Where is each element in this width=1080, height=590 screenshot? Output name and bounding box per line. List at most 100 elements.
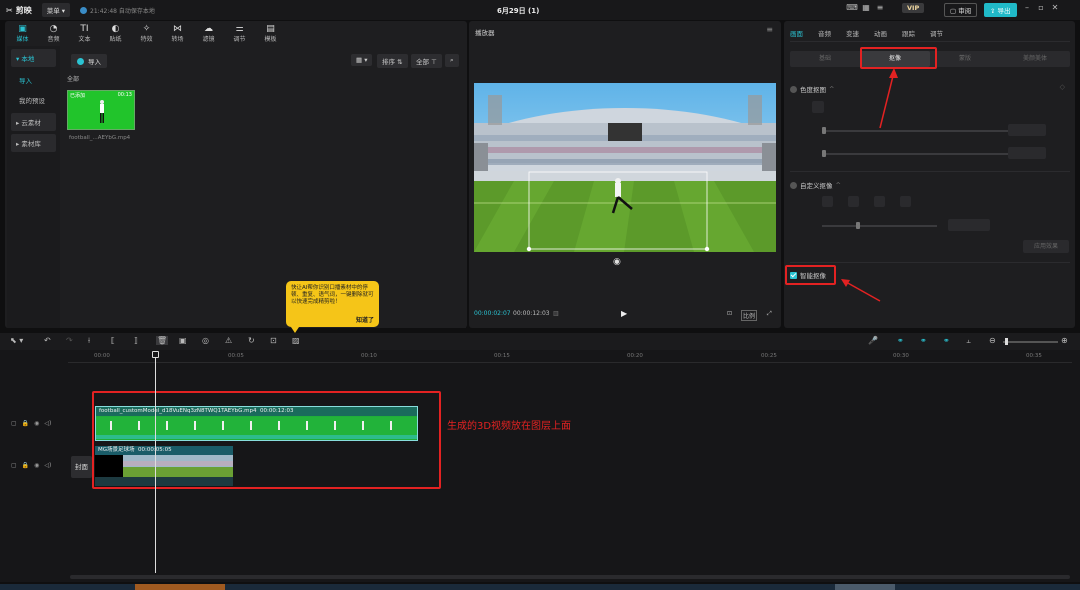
linkage-icon[interactable]: ⚭ — [943, 336, 950, 345]
color-picker[interactable] — [812, 101, 824, 113]
sidebar-item-cloud[interactable]: ▸ 云素材 — [11, 113, 56, 131]
eye-icon[interactable]: ◉ — [34, 420, 39, 427]
shadow-knob[interactable] — [822, 150, 826, 157]
sidebar-item-library[interactable]: ▸ 素材库 — [11, 134, 56, 152]
filter-button[interactable]: 全部 ⊤ — [411, 54, 442, 68]
tab-effects[interactable]: ✧ 特效 — [131, 21, 162, 45]
speaker-icon[interactable]: ◁) — [44, 462, 51, 469]
cover-button[interactable]: 封面 — [71, 456, 92, 478]
settings-icon[interactable]: ≡ — [873, 3, 887, 12]
tab-adjust[interactable]: ⚌ 调节 — [224, 21, 255, 45]
timeline-scrollbar[interactable] — [70, 575, 1070, 579]
custom-key-section[interactable]: 自定义抠像 ^ — [790, 180, 841, 190]
layout-icon[interactable]: ▦ — [859, 3, 873, 12]
playhead-handle[interactable] — [152, 351, 159, 358]
tooltip-ok-button[interactable]: 知道了 — [356, 317, 374, 324]
reverse-icon[interactable]: ◎ — [202, 336, 209, 345]
reset-tool[interactable] — [900, 196, 911, 207]
rotate-icon[interactable]: ↻ — [248, 336, 255, 345]
tab-tracking[interactable]: 跟踪 — [902, 28, 915, 38]
auto-snap-icon[interactable]: ⚭ — [920, 336, 927, 345]
subtab-beauty[interactable]: 美颜美体 — [1000, 51, 1070, 67]
maximize-icon[interactable]: ▫ — [1034, 3, 1048, 12]
media-thumbnail[interactable]: 已添加 00:13 — [67, 90, 135, 130]
review-button[interactable]: ▢ 审阅 — [944, 3, 978, 17]
link-main-track-icon[interactable]: ⚭ — [897, 336, 904, 345]
crop-icon[interactable]: ⊡ — [270, 336, 277, 345]
mirror-icon[interactable]: ⚠ — [225, 336, 232, 345]
freeze-icon[interactable]: ▣ — [179, 336, 187, 345]
lock-icon[interactable]: 🔒 — [22, 420, 29, 427]
subtab-basic[interactable]: 基础 — [790, 51, 860, 67]
play-icon[interactable]: ▶ — [621, 309, 627, 318]
timeline-list-icon[interactable]: ▥ — [553, 310, 559, 317]
tab-adjust-props[interactable]: 调节 — [930, 28, 943, 38]
chroma-key-section[interactable]: 色度抠图 ^ — [790, 84, 834, 94]
tab-picture[interactable]: 画面 — [790, 28, 803, 38]
sidebar-item-my-presets[interactable]: 我的预设 — [7, 90, 60, 110]
taskbar-item[interactable] — [835, 584, 895, 590]
undo-icon[interactable]: ↶ — [44, 336, 51, 345]
brush-size-tool[interactable] — [874, 196, 885, 207]
tab-audio[interactable]: ◔ 音频 — [38, 21, 69, 45]
tab-media[interactable]: ▣ 媒体 — [7, 21, 38, 45]
track-cover-icon[interactable]: ▢ — [11, 420, 17, 427]
select-tool-icon[interactable]: ⬉ ▾ — [10, 336, 23, 345]
sidebar-item-import[interactable]: 导入 — [7, 70, 60, 90]
intensity-knob[interactable] — [822, 127, 826, 134]
brush-size-input[interactable] — [948, 219, 990, 231]
delete-icon[interactable]: 🗑 — [156, 336, 169, 345]
split-left-icon[interactable]: ⟦ — [111, 336, 115, 345]
shadow-input[interactable] — [1008, 147, 1046, 159]
close-icon[interactable]: ✕ — [1048, 3, 1062, 12]
zoom-out-icon[interactable]: ⊖ — [989, 336, 996, 345]
apply-effect-button[interactable]: 应用效果 — [1023, 240, 1069, 253]
tab-animation[interactable]: 动画 — [874, 28, 887, 38]
eraser-tool[interactable] — [848, 196, 859, 207]
tab-sticker[interactable]: ◐ 贴纸 — [100, 21, 131, 45]
record-icon[interactable]: ◉ — [613, 257, 621, 267]
brush-size-knob[interactable] — [856, 222, 860, 229]
view-toggle-button[interactable]: ▦ ▾ — [351, 54, 373, 66]
tab-transition[interactable]: ⋈ 转场 — [162, 21, 193, 45]
redo-icon[interactable]: ↷ — [66, 336, 73, 345]
fit-view-icon[interactable]: ⊡ — [727, 310, 732, 317]
brush-tool[interactable] — [822, 196, 833, 207]
taskbar-item[interactable] — [135, 584, 225, 590]
preview-axis-icon[interactable]: ⫠ — [966, 336, 971, 346]
menu-button[interactable]: 菜单 ▾ — [41, 3, 71, 17]
fullscreen-icon[interactable]: ⤢ — [767, 310, 772, 318]
tab-speed[interactable]: 变速 — [846, 28, 859, 38]
brush-size-slider[interactable] — [822, 225, 937, 227]
video-preview[interactable] — [474, 83, 776, 252]
reset-icon[interactable]: ◇ — [1060, 83, 1065, 91]
speaker-icon[interactable]: ◁) — [44, 420, 51, 427]
tab-audio-props[interactable]: 音频 — [818, 28, 831, 38]
vip-button[interactable]: VIP — [902, 3, 925, 13]
sort-button[interactable]: 排序 ⇅ — [377, 54, 408, 68]
export-button[interactable]: ⇪ 导出 — [984, 3, 1017, 17]
import-button[interactable]: 导入 — [71, 54, 107, 68]
zoom-slider[interactable] — [1003, 341, 1058, 343]
tab-text[interactable]: TI 文本 — [69, 21, 100, 45]
minimize-icon[interactable]: – — [1020, 3, 1034, 12]
eye-icon[interactable]: ◉ — [34, 462, 39, 469]
sidebar-item-local[interactable]: ▾ 本地 — [11, 49, 56, 67]
zoom-knob[interactable] — [1005, 338, 1008, 345]
subtab-mask[interactable]: 蒙版 — [930, 51, 1000, 67]
lock-icon[interactable]: 🔒 — [22, 462, 29, 469]
tab-filter[interactable]: ☁ 滤镜 — [193, 21, 224, 45]
ratio-button[interactable]: 比例 — [741, 310, 758, 321]
track-cover-icon[interactable]: ▢ — [11, 462, 17, 469]
microphone-icon[interactable]: 🎤 — [868, 336, 878, 345]
ai-cut-icon[interactable]: ▨ — [292, 336, 300, 345]
playhead[interactable] — [155, 351, 156, 573]
zoom-in-icon[interactable]: ⊕ — [1061, 336, 1068, 345]
search-icon[interactable]: ⌕ — [445, 54, 459, 67]
split-icon[interactable]: ⟊ — [88, 336, 90, 346]
split-right-icon[interactable]: ⟧ — [134, 336, 138, 345]
intensity-input[interactable] — [1008, 124, 1046, 136]
tab-template[interactable]: ▤ 模板 — [255, 21, 286, 45]
menu-icon[interactable]: ≡ — [766, 25, 773, 34]
keyboard-icon[interactable]: ⌨ — [845, 3, 859, 12]
